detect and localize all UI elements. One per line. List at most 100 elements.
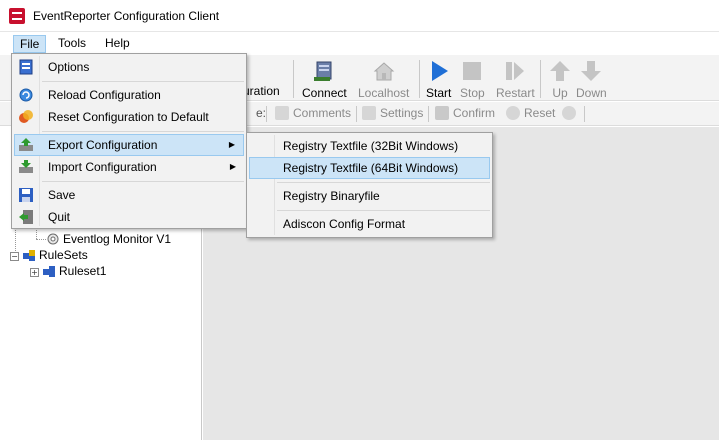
menu-item-label: Save (48, 188, 76, 202)
tree-item-eventlog-monitor[interactable]: Eventlog Monitor V1 (46, 232, 171, 246)
toolbar-separator (356, 106, 357, 122)
ruleset-icon (42, 264, 56, 278)
confirm-label: Confirm (453, 106, 496, 120)
menu-bar: File Tools Help (0, 33, 719, 54)
tree-item-label: Eventlog Monitor V1 (63, 232, 172, 246)
menu-item-label: Export Configuration (48, 138, 158, 152)
export-icon (18, 137, 34, 153)
tree-item-label: Ruleset1 (59, 264, 107, 278)
connect-button[interactable]: Connect (302, 59, 347, 100)
secondary-toolbar-partial-label: e: (256, 106, 267, 120)
connect-icon (312, 59, 336, 83)
up-button[interactable]: Up (548, 59, 572, 100)
reset-button[interactable]: Reset (506, 106, 555, 120)
menu-separator (42, 81, 244, 82)
menu-item-reset-configuration-default[interactable]: Reset Configuration to Default (14, 106, 244, 128)
menu-item-label: Reset Configuration to Default (48, 110, 209, 124)
reset-default-icon (18, 109, 34, 125)
quit-icon (18, 209, 34, 225)
restart-label: Restart (496, 86, 535, 100)
save-icon (18, 187, 34, 203)
toolbar-configuration-button[interactable]: uration (243, 84, 280, 98)
tree-item-rulesets[interactable]: − RuleSets (10, 248, 88, 262)
submenu-arrow-icon: ▶ (229, 162, 236, 171)
menu-separator (277, 182, 490, 183)
export-submenu: Registry Textfile (32Bit Windows) Regist… (246, 132, 493, 238)
menu-item-quit[interactable]: Quit (14, 206, 244, 228)
home-icon (372, 59, 396, 83)
comments-icon (275, 106, 289, 120)
arrow-down-icon (579, 59, 603, 83)
file-menu: Options Reload Configuration Reset Confi… (11, 53, 247, 229)
submenu-item-label: Registry Binaryfile (283, 189, 380, 203)
tree-item-label: RuleSets (39, 248, 88, 262)
start-label: Start (426, 86, 452, 100)
title-bar: EventReporter Configuration Client (0, 0, 719, 32)
save-icon (435, 106, 449, 120)
localhost-button[interactable]: Localhost (358, 59, 409, 100)
menu-item-export-configuration[interactable]: Export Configuration ▶ (14, 134, 244, 156)
help-button[interactable] (562, 106, 580, 120)
menu-tools[interactable]: Tools (52, 35, 92, 53)
start-button[interactable]: Start (426, 59, 451, 100)
stop-icon (460, 59, 484, 83)
menu-item-label: Options (48, 60, 90, 74)
menu-item-import-configuration[interactable]: Import Configuration ▶ (14, 156, 244, 178)
menu-item-options[interactable]: Options (14, 56, 244, 78)
submenu-item-label: Registry Textfile (32Bit Windows) (283, 139, 459, 153)
settings-label: Settings (380, 106, 424, 120)
menu-separator (42, 181, 244, 182)
collapse-toggle[interactable]: − (10, 252, 19, 261)
options-icon (18, 59, 34, 75)
reset-icon (506, 106, 520, 120)
toolbar-separator (293, 60, 294, 98)
toolbar-separator (428, 106, 429, 122)
menu-item-save[interactable]: Save (14, 184, 244, 206)
toolbar-separator (584, 106, 585, 122)
toolbar-separator (540, 60, 541, 98)
toolbar-configuration-label: uration (243, 84, 280, 98)
toolbar-separator (266, 106, 267, 122)
up-label: Up (552, 86, 568, 100)
toolbar-separator (419, 60, 420, 98)
submenu-item-registry-binaryfile[interactable]: Registry Binaryfile (249, 185, 490, 207)
menu-separator (42, 131, 244, 132)
app-icon (9, 8, 25, 24)
help-icon (562, 106, 576, 120)
menu-item-label: Quit (48, 210, 71, 224)
restart-icon (503, 59, 527, 83)
reset-label: Reset (524, 106, 556, 120)
settings-button[interactable]: Settings (362, 106, 423, 120)
menu-separator (277, 210, 490, 211)
play-icon (427, 59, 451, 83)
tree-item-ruleset1[interactable]: + Ruleset1 (30, 264, 106, 278)
submenu-item-adiscon-config[interactable]: Adiscon Config Format (249, 213, 490, 235)
connect-label: Connect (302, 86, 347, 100)
confirm-button[interactable]: Confirm (435, 106, 495, 120)
localhost-label: Localhost (358, 86, 410, 100)
submenu-arrow-icon: ▶ (228, 140, 235, 149)
menu-item-label: Import Configuration (48, 160, 157, 174)
import-icon (18, 159, 34, 175)
tree-line (36, 239, 46, 240)
stop-button[interactable]: Stop (460, 59, 485, 100)
menu-help[interactable]: Help (99, 35, 136, 53)
comments-button[interactable]: Comments (275, 106, 351, 120)
comments-label: Comments (293, 106, 352, 120)
reload-icon (18, 87, 34, 103)
settings-icon (362, 106, 376, 120)
expand-toggle[interactable]: + (30, 268, 39, 277)
rulesets-icon (22, 248, 36, 262)
menu-item-label: Reload Configuration (48, 88, 161, 102)
submenu-item-label: Adiscon Config Format (283, 217, 406, 231)
arrow-up-icon (548, 59, 572, 83)
submenu-item-registry-64bit[interactable]: Registry Textfile (64Bit Windows) (249, 157, 490, 179)
menu-file[interactable]: File (13, 35, 47, 53)
down-button[interactable]: Down (576, 59, 607, 100)
submenu-item-label: Registry Textfile (64Bit Windows) (283, 161, 459, 175)
submenu-item-registry-32bit[interactable]: Registry Textfile (32Bit Windows) (249, 135, 490, 157)
menu-item-reload-configuration[interactable]: Reload Configuration (14, 84, 244, 106)
window-title: EventReporter Configuration Client (33, 9, 220, 23)
restart-button[interactable]: Restart (496, 59, 535, 100)
gear-icon (46, 232, 60, 246)
